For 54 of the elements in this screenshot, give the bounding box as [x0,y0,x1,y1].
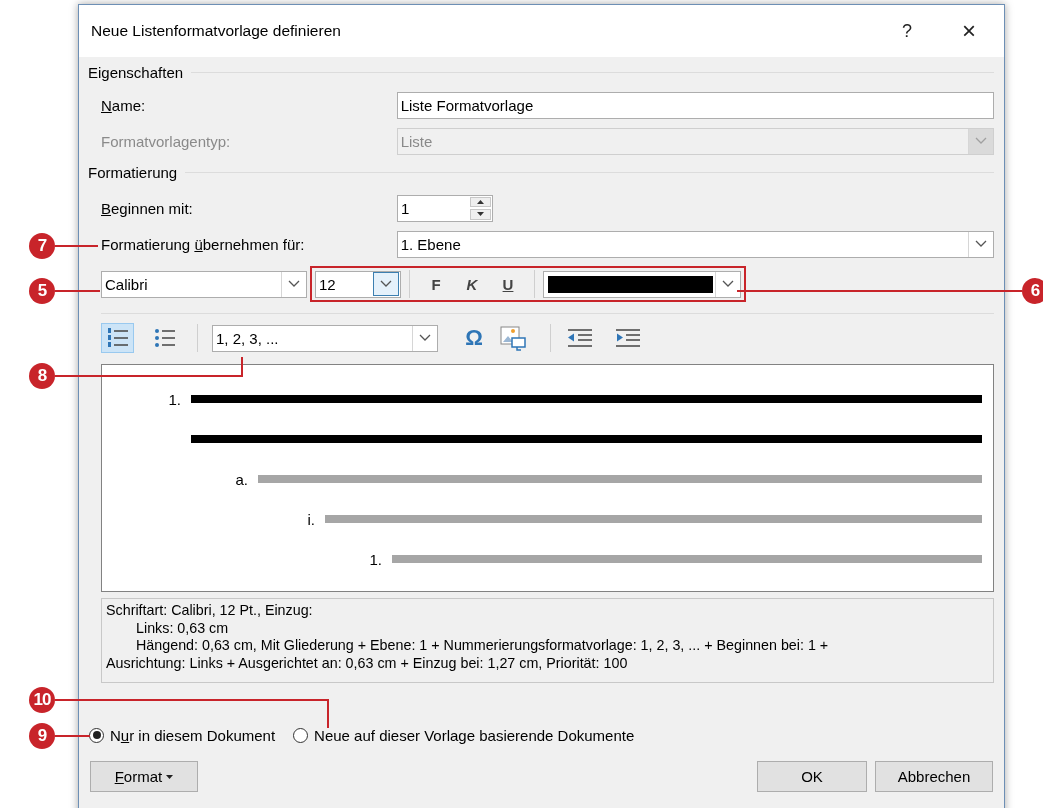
level-dropdown[interactable]: 1. Ebene [396,230,994,258]
radio-option[interactable]: Neue auf dieser Vorlage basierende Dokumente [293,726,635,744]
italic-button[interactable]: K [454,271,490,297]
radio-icon[interactable] [293,727,309,743]
callout-number: 8 [29,363,55,389]
section-heading: Formatierung [88,163,178,181]
window-title: Neue Listenformatvorlage definieren [91,22,342,40]
font-dropdown[interactable]: Calibri [101,270,307,298]
callout-number: 5 [29,278,55,304]
caret-icon [166,775,174,779]
increase-indent-icon[interactable] [615,328,641,348]
font-size-dropdown[interactable]: 12 [315,270,401,298]
description-text: Ausrichtung: Links + Ausgerichtet an: 0,63 cm + Einzug bei: 1,27 cm, Priorität: 100 [106,654,628,672]
leader-line [54,290,101,292]
close-button[interactable]: × [938,11,1000,51]
list-marker: 1. [168,390,181,408]
leader-line [54,245,99,247]
field-label: Formatvorlagentyp: [101,132,232,150]
field-label: Formatierung übernehmen für: [101,235,306,253]
help-button[interactable]: ? [876,11,938,51]
format-button[interactable]: Format [90,761,198,792]
chevron-down-icon [975,137,987,145]
picture-bullet-icon[interactable] [500,325,526,351]
name-field[interactable]: Liste Formatvorlage [396,91,994,119]
section-heading: Eigenschaften [88,63,184,81]
radio-icon[interactable] [89,727,104,743]
number-format-dropdown[interactable]: 1, 2, 3, ... [212,324,438,352]
description-text: Hängend: 0,63 cm, Mit Gliederung + Ebene: 1 + Nummerierungsformatvorlage: 1, 2, 3, ... + Beginnen bei: 1 + [135,637,829,655]
font-color-dropdown[interactable] [543,270,741,298]
numbered-list-icon[interactable] [101,323,134,353]
symbol-button[interactable]: Ω [456,325,492,351]
chevron-down-icon [419,334,431,342]
chevron-down-icon [722,280,734,288]
cancel-button[interactable]: Abbrechen [875,761,993,792]
description-text: Schriftart: Calibri, 12 Pt., Einzug: [106,602,313,620]
callout-number: 6 [1022,278,1043,304]
chevron-down-icon [288,280,300,288]
leader-line [54,735,91,737]
list-marker: a. [235,470,248,488]
radio-option[interactable]: Nur in diesem Dokument [89,726,276,744]
ok-button[interactable]: OK [757,761,867,792]
decrease-indent-icon[interactable] [567,328,593,348]
bold-button[interactable]: F [418,271,454,297]
chevron-down-icon [975,240,987,248]
underline-button[interactable]: U [490,271,526,297]
callout-number: 7 [29,233,55,259]
chevron-down-icon [380,280,392,288]
field-label: Name: [101,96,147,114]
description-text: Links: 0,63 cm [135,619,229,637]
callout-number: 10 [29,687,55,713]
callout-number: 9 [29,723,55,749]
list-marker: i. [307,510,315,528]
list-marker: 1. [369,550,382,568]
field-label: Beginnen mit: [101,199,194,217]
